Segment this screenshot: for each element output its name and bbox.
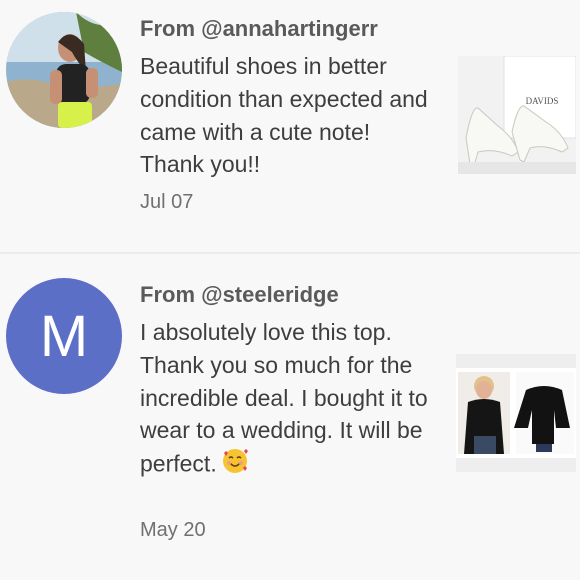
avatar-photo <box>6 12 122 128</box>
avatar[interactable]: M <box>6 278 122 394</box>
review-item: M From @steeleridge I absolutely love th… <box>0 254 580 580</box>
review-date: May 20 <box>140 519 206 541</box>
avatar-letter: M <box>39 303 89 369</box>
review-text: I absolutely love this top. Thank you so… <box>140 316 440 484</box>
review-text-body: I absolutely love this top. Thank you so… <box>140 319 428 477</box>
avatar[interactable] <box>6 12 122 128</box>
product-thumbnail[interactable]: DAVIDS <box>458 55 577 174</box>
review-date: Jul 07 <box>140 191 194 213</box>
review-text: Beautiful shoes in better condition than… <box>140 53 428 178</box>
product-thumbnail[interactable] <box>456 354 576 472</box>
smiling-face-with-hearts-icon <box>221 447 249 484</box>
review-author[interactable]: From @steeleridge <box>140 282 339 308</box>
product-box-text: DAVIDS <box>526 96 559 106</box>
review-item: From @annahartingerr Beautiful shoes in … <box>0 0 580 252</box>
review-author[interactable]: From @annahartingerr <box>140 16 378 42</box>
